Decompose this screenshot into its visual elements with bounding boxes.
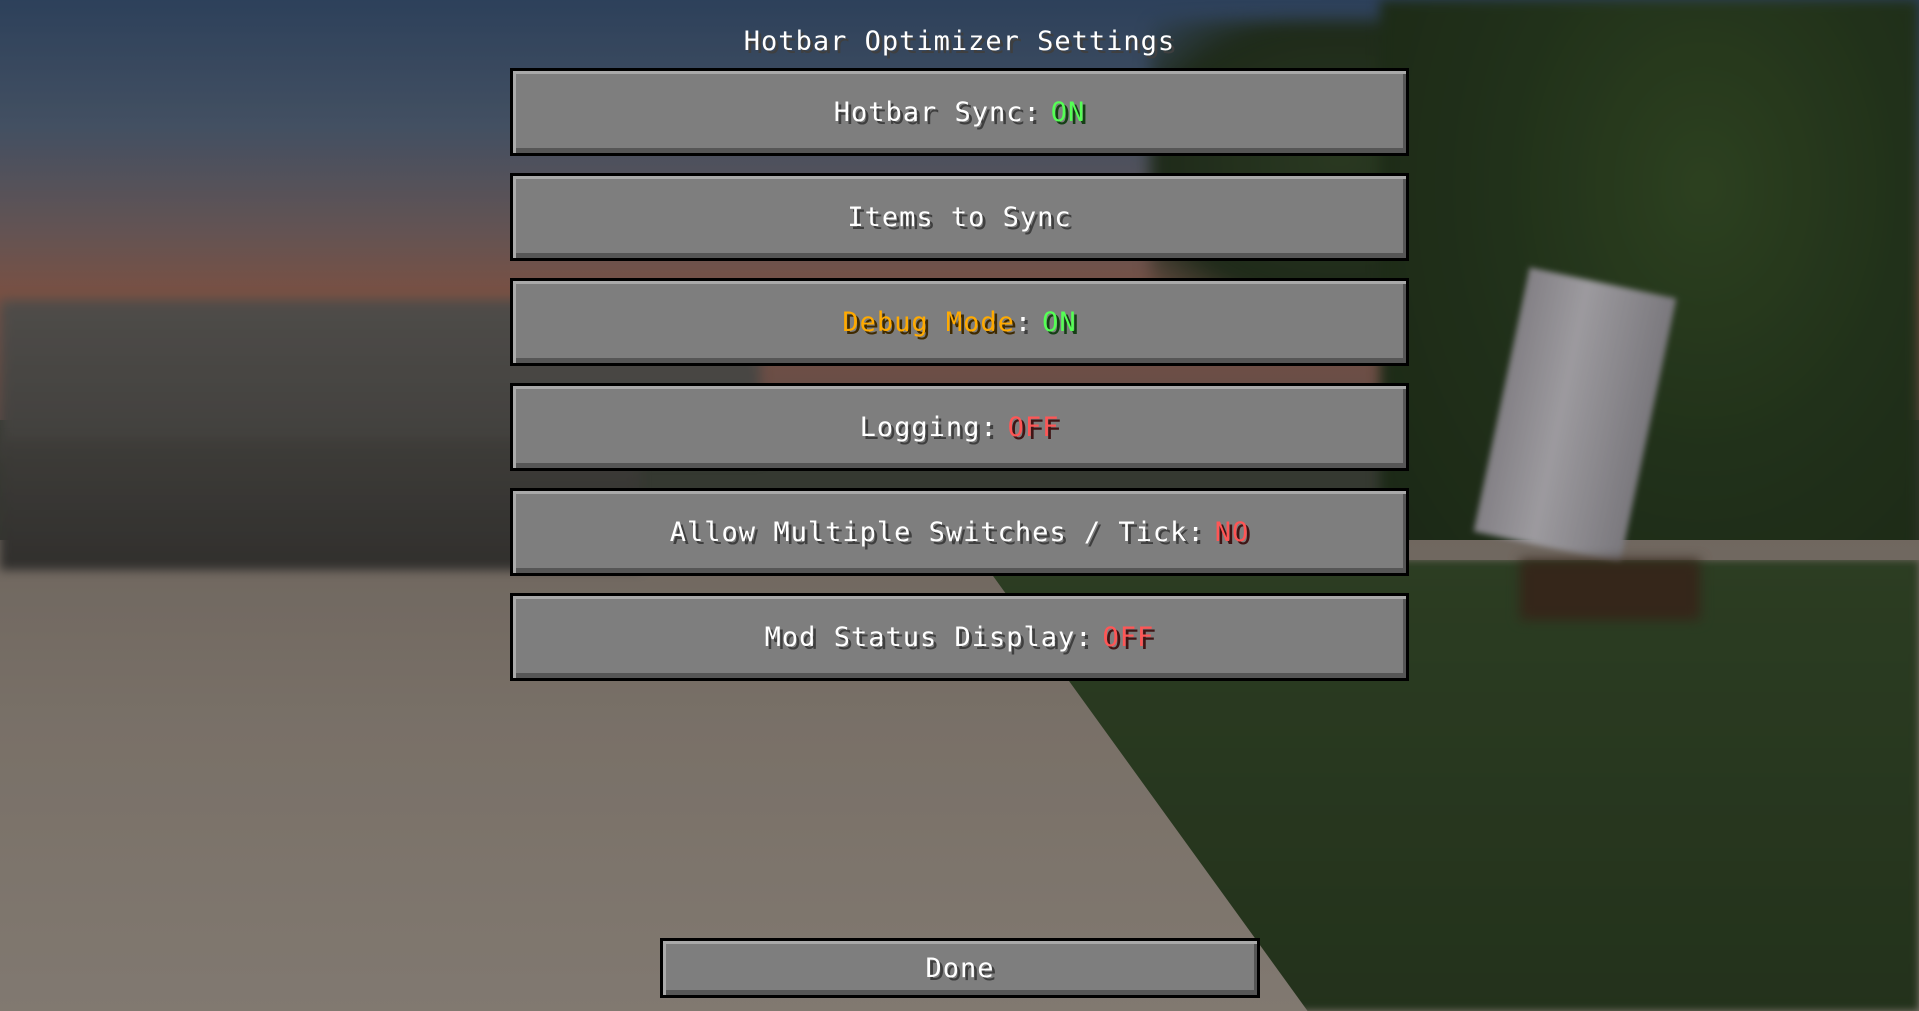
hotbar-sync-button[interactable]: Hotbar Sync: ON [510,68,1409,156]
debug-mode-button[interactable]: Debug Mode: ON [510,278,1409,366]
debug-mode-value: ON [1042,306,1077,338]
allow-multiple-switches-value: NO [1214,516,1250,548]
allow-multiple-switches-label: Allow Multiple Switches / Tick: [669,516,1205,548]
settings-options-list: Hotbar Sync: ON Items to Sync Debug Mode… [510,68,1409,698]
debug-mode-colon: : [1014,306,1033,338]
logging-button[interactable]: Logging: OFF [510,383,1409,471]
logging-label: Logging: [859,411,998,443]
done-label: Done [925,952,995,984]
items-to-sync-label: Items to Sync [847,201,1072,233]
allow-multiple-switches-button[interactable]: Allow Multiple Switches / Tick: NO [510,488,1409,576]
items-to-sync-button[interactable]: Items to Sync [510,173,1409,261]
mod-status-display-button[interactable]: Mod Status Display: OFF [510,593,1409,681]
done-button[interactable]: Done [660,938,1260,998]
mod-status-display-value: OFF [1102,621,1155,653]
hotbar-sync-label: Hotbar Sync: [833,96,1041,128]
screen-title: Hotbar Optimizer Settings [743,26,1176,57]
debug-mode-label: Debug Mode [842,306,1015,338]
hotbar-sync-value: ON [1050,96,1086,128]
mod-status-display-label: Mod Status Display: [764,621,1093,653]
logging-value: OFF [1007,411,1060,443]
